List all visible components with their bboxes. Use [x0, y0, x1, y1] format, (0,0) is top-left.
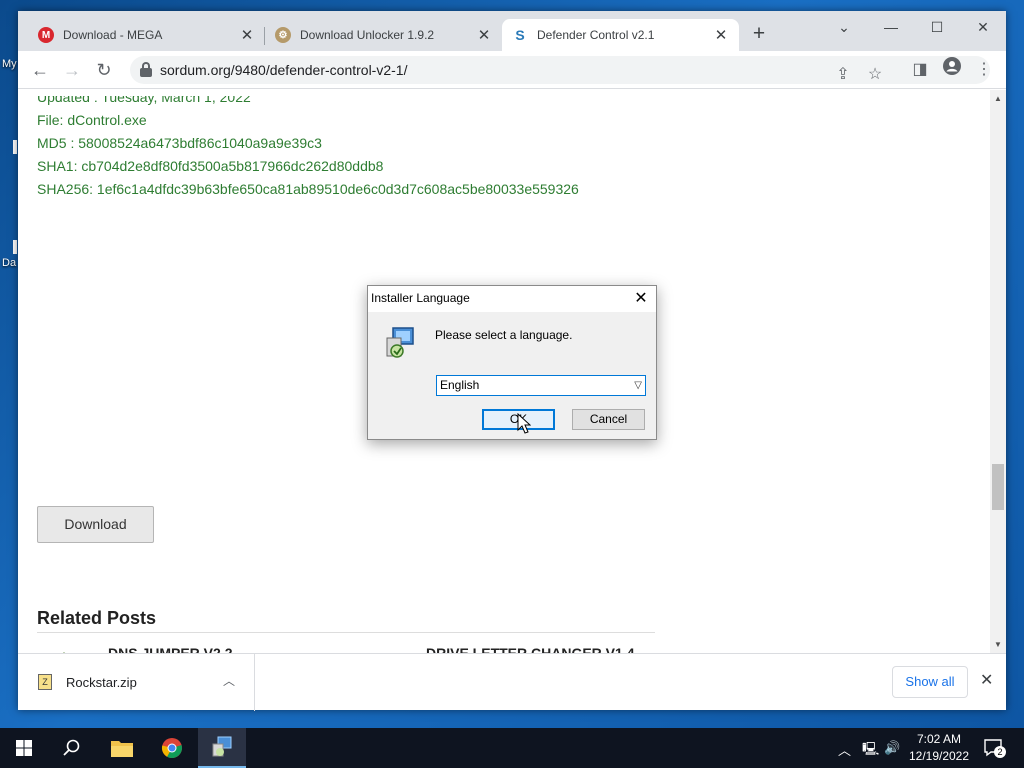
desktop-icon-fragment	[13, 140, 17, 154]
file-explorer-button[interactable]	[98, 728, 146, 768]
scroll-thumb[interactable]	[992, 464, 1004, 510]
lock-icon[interactable]	[140, 62, 152, 77]
related-post-link[interactable]: DNS JUMPER V2.2	[108, 645, 232, 653]
clock-date: 12/19/2022	[908, 749, 970, 763]
tab-title: Defender Control v2.1	[537, 28, 655, 42]
scroll-up-icon[interactable]: ▲	[990, 92, 1006, 106]
page-scrollbar[interactable]: ▲ ▼	[990, 90, 1006, 653]
chevron-up-icon[interactable]: ︿	[838, 740, 851, 759]
installer-language-dialog: Installer Language ✕ Please select a lan…	[367, 285, 657, 440]
desktop-icon-label[interactable]: Da	[2, 257, 16, 269]
scroll-down-icon[interactable]: ▼	[990, 638, 1006, 652]
close-icon[interactable]: ✕	[980, 670, 993, 690]
sha1-hash-text: SHA1: cb704d2e8df80fd3500a5b817966dc262d…	[37, 158, 384, 174]
chevron-up-icon[interactable]: ︿	[223, 672, 235, 689]
zip-file-icon: Z	[38, 674, 52, 690]
dialog-title: Installer Language	[371, 291, 470, 305]
start-button[interactable]	[0, 728, 48, 768]
search-icon	[63, 739, 80, 756]
desktop-icon-fragment	[13, 240, 17, 254]
windows-logo-icon	[16, 740, 32, 756]
dialog-titlebar[interactable]: Installer Language ✕	[368, 286, 656, 312]
download-shelf: Z Rockstar.zip ︿ Show all ✕	[18, 653, 1006, 711]
forward-arrow-icon[interactable]: →	[60, 58, 84, 82]
close-icon[interactable]: ✕	[239, 26, 255, 44]
tab-title: Download - MEGA	[63, 28, 163, 42]
url-text[interactable]: sordum.org/9480/defender-control-v2-1/	[160, 62, 407, 78]
installer-taskbar-button[interactable]	[198, 728, 246, 768]
share-icon[interactable]: ⇪	[830, 62, 856, 88]
reload-icon[interactable]: ↻	[92, 58, 116, 82]
address-bar[interactable]: sordum.org/9480/defender-control-v2-1/ ⇪…	[130, 56, 990, 84]
download-file-name[interactable]: Rockstar.zip	[66, 675, 137, 690]
download-item[interactable]: Z Rockstar.zip ︿	[18, 654, 255, 711]
tab-search-icon[interactable]: ⌄	[821, 14, 867, 40]
browser-toolbar: ← → ↻ sordum.org/9480/defender-control-v…	[18, 51, 1006, 89]
sha256-hash-text: SHA256: 1ef6c1a4dfdc39b63bfe650ca81ab895…	[37, 181, 579, 197]
download-button[interactable]: Download	[37, 506, 154, 543]
notification-center-button[interactable]: 2	[983, 738, 1006, 758]
chrome-icon	[161, 738, 182, 759]
close-window-icon[interactable]: ✕	[960, 14, 1006, 40]
related-post-link[interactable]: DRIVE LETTER CHANGER V1.4	[426, 645, 634, 653]
chrome-button[interactable]	[148, 728, 196, 768]
tab-defender-control[interactable]: S Defender Control v2.1 ✕	[502, 19, 739, 51]
bookmark-star-icon[interactable]: ☆	[862, 62, 888, 88]
profile-avatar-icon[interactable]	[939, 57, 965, 83]
menu-kebab-icon[interactable]: ⋮	[971, 57, 997, 83]
taskbar: ︿ 🖳 🔊 7:02 AM 12/19/2022 2	[0, 728, 1024, 768]
chevron-down-icon[interactable]: ▽	[634, 376, 642, 395]
volume-icon[interactable]: 🔊	[884, 740, 900, 756]
related-posts-heading: Related Posts	[37, 608, 157, 628]
maximize-icon[interactable]: ☐	[914, 14, 960, 40]
md5-hash-text: MD5 : 58008524a6473bdf86c1040a9a9e39c3	[37, 135, 322, 151]
dialog-prompt-text: Please select a language.	[435, 328, 573, 342]
installer-icon	[212, 736, 232, 757]
mega-icon: M	[38, 27, 54, 43]
divider	[37, 632, 655, 633]
tab-strip: M Download - MEGA ✕ ⚙ Download Unlocker …	[18, 11, 1006, 51]
sordum-icon: S	[512, 27, 528, 43]
desktop-icon-label[interactable]: My	[2, 58, 17, 70]
new-tab-button[interactable]: +	[748, 23, 770, 46]
mouse-cursor-icon	[517, 413, 531, 434]
folder-icon	[111, 741, 133, 757]
close-icon[interactable]: ✕	[630, 288, 652, 310]
notification-count-badge: 2	[994, 746, 1006, 758]
updated-date-text: Updated : Tuesday, March 1, 2022	[37, 90, 251, 105]
search-button[interactable]	[48, 728, 96, 768]
file-name-text: File: dControl.exe	[37, 112, 147, 128]
show-all-button[interactable]: Show all	[892, 666, 968, 698]
clock-time: 7:02 AM	[916, 732, 962, 746]
network-icon[interactable]: 🖳	[862, 740, 879, 762]
language-selected-value: English	[440, 378, 480, 392]
unlocker-icon: ⚙	[275, 27, 291, 43]
tab-mega[interactable]: M Download - MEGA ✕	[28, 19, 265, 51]
cancel-button[interactable]: Cancel	[572, 409, 645, 430]
clock[interactable]: 7:02 AM 12/19/2022	[902, 731, 976, 765]
language-select[interactable]: English ▽	[436, 375, 646, 396]
tab-title: Download Unlocker 1.9.2	[300, 28, 435, 42]
side-panel-icon[interactable]: ◨	[907, 57, 933, 83]
minimize-icon[interactable]: —	[868, 14, 914, 40]
close-icon[interactable]: ✕	[476, 26, 492, 44]
tab-unlocker[interactable]: ⚙ Download Unlocker 1.9.2 ✕	[265, 19, 502, 51]
installer-icon	[383, 326, 417, 360]
close-icon[interactable]: ✕	[713, 26, 729, 44]
back-arrow-icon[interactable]: ←	[28, 58, 52, 82]
